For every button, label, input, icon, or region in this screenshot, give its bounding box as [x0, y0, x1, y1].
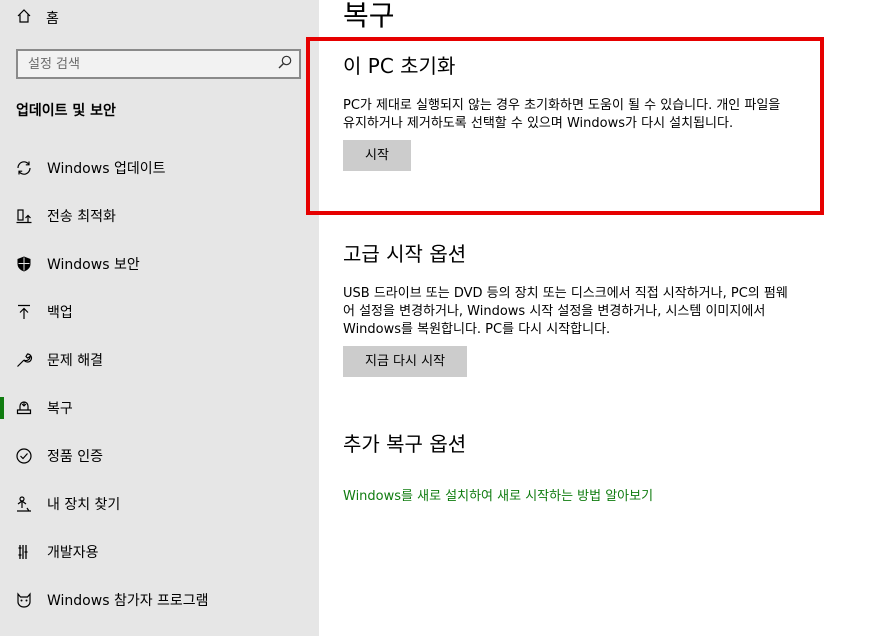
- more-recovery-heading: 추가 복구 옵션: [343, 432, 467, 456]
- home-label: 홈: [46, 11, 59, 27]
- home-nav[interactable]: 홈: [16, 4, 59, 32]
- sidebar-item-label: 내 장치 찾기: [47, 497, 121, 513]
- insider-cat-icon: [14, 590, 34, 610]
- sidebar-section-heading: 업데이트 및 보안: [16, 103, 116, 119]
- refresh-icon: [14, 158, 34, 178]
- sidebar-item-activation[interactable]: 정품 인증: [0, 432, 319, 480]
- advanced-startup-heading: 고급 시작 옵션: [343, 242, 467, 266]
- settings-search-input[interactable]: [28, 56, 268, 72]
- more-recovery-section: 추가 복구 옵션 Windows를 새로 설치하여 새로 시작하는 방법 알아보…: [343, 428, 813, 504]
- advanced-startup-section: 고급 시작 옵션 USB 드라이브 또는 DVD 등의 장치 또는 디스크에서 …: [343, 238, 813, 377]
- sidebar-item-backup[interactable]: 백업: [0, 288, 319, 336]
- sidebar-item-label: Windows 보안: [47, 257, 140, 273]
- wrench-icon: [14, 350, 34, 370]
- sidebar-item-for-developers[interactable]: 개발자용: [0, 528, 319, 576]
- reset-pc-heading: 이 PC 초기화: [343, 54, 456, 78]
- sidebar-item-find-my-device[interactable]: 내 장치 찾기: [0, 480, 319, 528]
- sidebar-nav: Windows 업데이트 전송 최적화 Windows 보안 백업 문제 해결: [0, 144, 319, 624]
- developer-icon: [14, 542, 34, 562]
- sidebar-item-delivery-optimization[interactable]: 전송 최적화: [0, 192, 319, 240]
- sidebar-item-label: 문제 해결: [47, 353, 103, 369]
- reset-start-button[interactable]: 시작: [343, 140, 411, 171]
- sidebar-item-label: 복구: [47, 401, 73, 417]
- page-title: 복구: [343, 0, 395, 32]
- sidebar-item-windows-security[interactable]: Windows 보안: [0, 240, 319, 288]
- sidebar-item-recovery[interactable]: 복구: [0, 384, 319, 432]
- settings-search-box[interactable]: [16, 49, 301, 79]
- shield-icon: [14, 254, 34, 274]
- sidebar: 홈 업데이트 및 보안 Windows 업데이트 전송 최적화 Windows …: [0, 0, 319, 636]
- check-circle-icon: [14, 446, 34, 466]
- sidebar-item-label: 백업: [47, 305, 73, 321]
- backup-arrow-icon: [14, 302, 34, 322]
- sidebar-item-label: 개발자용: [47, 545, 99, 561]
- recovery-icon: [14, 398, 34, 418]
- fresh-install-link[interactable]: Windows를 새로 설치하여 새로 시작하는 방법 알아보기: [343, 485, 653, 504]
- restart-now-button[interactable]: 지금 다시 시작: [343, 346, 468, 377]
- sidebar-item-windows-insider[interactable]: Windows 참가자 프로그램: [0, 576, 319, 624]
- sidebar-item-label: 전송 최적화: [47, 209, 116, 225]
- sidebar-item-label: Windows 업데이트: [47, 161, 166, 177]
- advanced-startup-description: USB 드라이브 또는 DVD 등의 장치 또는 디스크에서 직접 시작하거나,…: [343, 286, 788, 337]
- delivery-optimization-icon: [14, 206, 34, 226]
- sidebar-item-troubleshoot[interactable]: 문제 해결: [0, 336, 319, 384]
- find-device-icon: [14, 494, 34, 514]
- home-icon: [16, 8, 32, 28]
- sidebar-item-label: 정품 인증: [47, 449, 103, 465]
- sidebar-item-label: Windows 참가자 프로그램: [47, 593, 209, 609]
- search-icon[interactable]: [277, 54, 293, 74]
- reset-pc-description: PC가 제대로 실행되지 않는 경우 초기화하면 도움이 될 수 있습니다. 개…: [343, 98, 781, 131]
- reset-pc-section: 이 PC 초기화 PC가 제대로 실행되지 않는 경우 초기화하면 도움이 될 …: [343, 50, 813, 171]
- sidebar-item-windows-update[interactable]: Windows 업데이트: [0, 144, 319, 192]
